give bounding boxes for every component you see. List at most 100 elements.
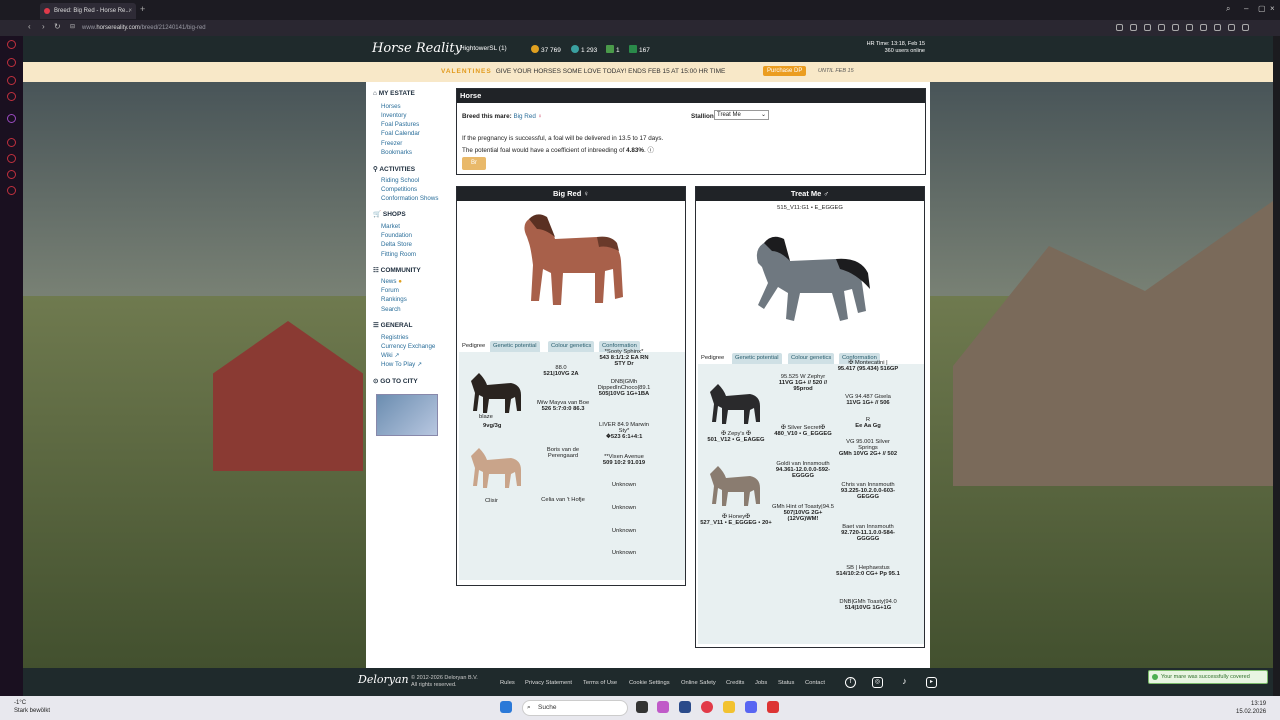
minimize-icon[interactable]: – — [1244, 4, 1248, 13]
ai-icon[interactable] — [1242, 24, 1249, 31]
footer-terms[interactable]: Terms of Use — [583, 680, 617, 686]
browser-tab[interactable]: Breed: Big Red - Horse Re... × — [40, 3, 136, 19]
tab-pedigree[interactable]: Pedigree — [459, 341, 489, 352]
twitch-icon[interactable] — [7, 114, 16, 123]
sidebar-app-icon[interactable] — [7, 154, 16, 163]
footer-jobs[interactable]: Jobs — [755, 680, 767, 686]
task-view-icon[interactable] — [636, 701, 648, 713]
close-window-icon[interactable]: × — [1270, 4, 1275, 13]
dam-thumbnail[interactable] — [704, 460, 766, 508]
deloryan-logo[interactable]: Deloryan — [358, 673, 409, 686]
nav-fitting-room[interactable]: Fitting Room — [381, 251, 416, 258]
username[interactable]: HightowerSL (1) — [460, 45, 507, 52]
tab-pedigree[interactable]: Pedigree — [698, 353, 728, 364]
footer-privacy[interactable]: Privacy Statement — [525, 680, 572, 686]
extension-icon[interactable] — [1158, 24, 1165, 31]
system-clock[interactable]: 13:19 15.02.2026 — [1236, 700, 1266, 716]
back-icon[interactable]: ‹ — [28, 22, 31, 31]
opera-icon[interactable] — [701, 701, 713, 713]
nav-conformation-shows[interactable]: Conformation Shows — [381, 195, 438, 202]
youtube-icon[interactable]: ▸ — [926, 677, 937, 688]
snapshot-icon[interactable] — [1228, 24, 1235, 31]
nav-riding-school[interactable]: Riding School — [381, 177, 419, 184]
app-icon[interactable] — [679, 701, 691, 713]
sire-thumbnail[interactable] — [704, 378, 766, 426]
tab-genetic-potential[interactable]: Genetic potential — [490, 341, 540, 352]
weather-widget[interactable]: -1°C Stark bewölkt — [14, 699, 50, 715]
windows-start-icon[interactable] — [500, 701, 512, 713]
taskbar-search[interactable]: ⌕ Suche — [522, 700, 628, 716]
footer-status[interactable]: Status — [778, 680, 794, 686]
file-explorer-icon[interactable] — [723, 701, 735, 713]
forward-icon[interactable]: › — [42, 22, 45, 31]
nav-search[interactable]: Search — [381, 306, 401, 313]
nav-competitions[interactable]: Competitions — [381, 186, 417, 193]
discord-icon[interactable] — [745, 701, 757, 713]
app-icon[interactable] — [767, 701, 779, 713]
maximize-icon[interactable]: ▢ — [1258, 4, 1266, 13]
site-info-icon[interactable]: ⊟ — [70, 23, 75, 30]
nav-how-to-play[interactable]: How To Play ↗ — [381, 361, 422, 368]
bookmark-heart-icon[interactable] — [1200, 24, 1207, 31]
extension-icon[interactable] — [1144, 24, 1151, 31]
footer-cookies[interactable]: Cookie Settings — [629, 680, 670, 686]
extension-icon[interactable] — [1116, 24, 1123, 31]
nav-horses[interactable]: Horses — [381, 103, 401, 110]
tab-colour-genetics[interactable]: Colour genetics — [788, 353, 835, 364]
nav-bookmarks[interactable]: Bookmarks — [381, 149, 412, 156]
info-icon[interactable]: ⓘ — [647, 147, 653, 154]
nav-delta-store[interactable]: Delta Store — [381, 241, 412, 248]
download-icon[interactable] — [1214, 24, 1221, 31]
stallion-select[interactable]: Treat Me ⌄ — [714, 110, 769, 120]
nav-forum[interactable]: Forum — [381, 287, 399, 294]
new-tab-icon[interactable]: + — [140, 4, 145, 14]
mare-sire-name[interactable]: blaze — [479, 414, 493, 420]
search-tabs-icon[interactable]: ⌕ — [1226, 4, 1230, 14]
sire-thumbnail[interactable] — [465, 367, 527, 415]
instagram-icon[interactable]: ◎ — [872, 677, 883, 688]
city-map-thumbnail[interactable] — [376, 394, 438, 436]
dam-thumbnail[interactable] — [465, 442, 527, 490]
reload-icon[interactable]: ↻ — [54, 22, 61, 31]
nav-wiki[interactable]: Wiki ↗ — [381, 352, 400, 359]
sidebar-app-icon[interactable] — [7, 76, 16, 85]
copilot-icon[interactable] — [657, 701, 669, 713]
sidebar-app-icon[interactable] — [7, 138, 16, 147]
footer-online-safety[interactable]: Online Safety — [681, 680, 716, 686]
tab-colour-genetics[interactable]: Colour genetics — [548, 341, 595, 352]
breed-button[interactable]: Br — [462, 157, 486, 170]
stallion-sire[interactable]: ✠ Zepy's ✠ 501_V12 • G_EAGEG — [700, 431, 772, 443]
nav-foundation[interactable]: Foundation — [381, 232, 412, 239]
nav-market[interactable]: Market — [381, 223, 400, 230]
nav-news[interactable]: News ● — [381, 278, 402, 285]
nav-foal-calendar[interactable]: Foal Calendar — [381, 130, 420, 137]
nav-currency-exchange[interactable]: Currency Exchange — [381, 343, 435, 350]
extension-icon[interactable] — [1130, 24, 1137, 31]
nav-rankings[interactable]: Rankings — [381, 296, 407, 303]
site-logo[interactable]: Horse Reality — [372, 41, 462, 56]
footer-rules[interactable]: Rules — [500, 680, 515, 686]
close-tab-icon[interactable]: × — [128, 3, 132, 19]
sidebar-app-icon[interactable] — [7, 92, 16, 101]
stallion-dam[interactable]: ✠ Honey✠ 527_V11 • E_EGGEG • 20+ — [700, 514, 772, 526]
sidebar-app-icon[interactable] — [7, 170, 16, 179]
sidebar-app-icon[interactable] — [7, 58, 16, 67]
footer-credits[interactable]: Credits — [726, 680, 744, 686]
tiktok-icon[interactable]: ♪ — [899, 677, 910, 688]
nav-foal-pastures[interactable]: Foal Pastures — [381, 121, 419, 128]
purchase-dp-button[interactable]: Purchase DP — [763, 66, 807, 76]
url-field[interactable]: www.horsereality.com/breed/21240141/big-… — [82, 22, 882, 34]
opera-logo-icon[interactable] — [7, 40, 16, 49]
nav-inventory[interactable]: Inventory — [381, 112, 406, 119]
mare-dam-name[interactable]: Clisir — [485, 498, 498, 504]
facebook-icon[interactable]: f — [845, 677, 856, 688]
extension-icon[interactable] — [1172, 24, 1179, 31]
stallion-gen3-6: SB | Hephaestus 514/10:2:0 CG+ Pp 95.1 — [836, 565, 900, 577]
settings-icon[interactable] — [7, 186, 16, 195]
nav-registries[interactable]: Registries — [381, 334, 409, 341]
mare-link[interactable]: Big Red — [513, 113, 535, 120]
nav-freezer[interactable]: Freezer — [381, 140, 402, 147]
extension-icon[interactable] — [1186, 24, 1193, 31]
tab-genetic-potential[interactable]: Genetic potential — [732, 353, 782, 364]
footer-contact[interactable]: Contact — [805, 680, 825, 686]
